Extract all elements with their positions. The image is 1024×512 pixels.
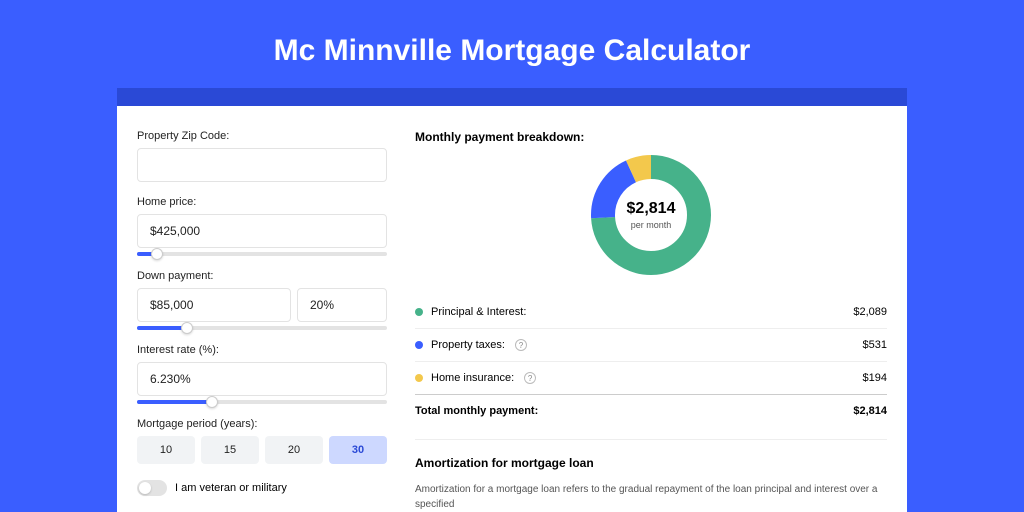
donut-chart-wrap: $2,814 per month: [415, 154, 887, 276]
card-header-accent: [117, 88, 907, 106]
help-icon[interactable]: ?: [524, 372, 536, 384]
legend-dot: [415, 308, 423, 316]
period-option-10[interactable]: 10: [137, 436, 195, 464]
breakdown-panel: Monthly payment breakdown: $2,814 per mo…: [415, 130, 887, 512]
field-down-payment: Down payment:: [137, 270, 387, 330]
breakdown-value: $194: [863, 372, 887, 384]
interest-slider[interactable]: [137, 400, 387, 404]
breakdown-table: Principal & Interest: $2,089 Property taxe…: [415, 296, 887, 427]
breakdown-value: $531: [863, 339, 887, 351]
home-price-label: Home price:: [137, 196, 387, 208]
veteran-toggle[interactable]: [137, 480, 167, 496]
period-option-20[interactable]: 20: [265, 436, 323, 464]
period-option-15[interactable]: 15: [201, 436, 259, 464]
down-payment-amount-input[interactable]: [137, 288, 291, 322]
breakdown-title: Monthly payment breakdown:: [415, 130, 887, 144]
breakdown-row: Home insurance:? $194: [415, 361, 887, 394]
field-period: Mortgage period (years): 10152030: [137, 418, 387, 464]
breakdown-label: Property taxes:: [431, 339, 505, 351]
amort-title: Amortization for mortgage loan: [415, 456, 887, 470]
total-label: Total monthly payment:: [415, 405, 538, 417]
amort-text: Amortization for a mortgage loan refers …: [415, 482, 887, 512]
down-payment-pct-input[interactable]: [297, 288, 387, 322]
breakdown-row: Principal & Interest: $2,089: [415, 296, 887, 328]
page-title: Mc Minnville Mortgage Calculator: [274, 34, 751, 68]
donut-chart: $2,814 per month: [590, 154, 712, 276]
legend-dot: [415, 374, 423, 382]
field-interest: Interest rate (%):: [137, 344, 387, 404]
total-value: $2,814: [853, 405, 887, 417]
zip-label: Property Zip Code:: [137, 130, 387, 142]
breakdown-value: $2,089: [853, 306, 887, 318]
period-option-30[interactable]: 30: [329, 436, 387, 464]
veteran-label: I am veteran or military: [175, 482, 287, 494]
interest-input[interactable]: [137, 362, 387, 396]
field-veteran: I am veteran or military: [137, 480, 387, 496]
interest-label: Interest rate (%):: [137, 344, 387, 356]
legend-dot: [415, 341, 423, 349]
page-root: Mc Minnville Mortgage Calculator Propert…: [0, 0, 1024, 512]
calculator-card: Property Zip Code: Home price: Down paym…: [117, 106, 907, 512]
field-home-price: Home price:: [137, 196, 387, 256]
home-price-slider[interactable]: [137, 252, 387, 256]
breakdown-total-row: Total monthly payment: $2,814: [415, 394, 887, 427]
zip-input[interactable]: [137, 148, 387, 182]
help-icon[interactable]: ?: [515, 339, 527, 351]
breakdown-label: Home insurance:: [431, 372, 514, 384]
donut-sub: per month: [631, 220, 672, 230]
period-label: Mortgage period (years):: [137, 418, 387, 430]
home-price-input[interactable]: [137, 214, 387, 248]
down-payment-slider[interactable]: [137, 326, 387, 330]
breakdown-row: Property taxes:? $531: [415, 328, 887, 361]
breakdown-label: Principal & Interest:: [431, 306, 526, 318]
field-zip: Property Zip Code:: [137, 130, 387, 182]
amortization-section: Amortization for mortgage loan Amortizat…: [415, 439, 887, 512]
donut-total: $2,814: [627, 200, 676, 218]
form-panel: Property Zip Code: Home price: Down paym…: [137, 130, 387, 512]
down-payment-label: Down payment:: [137, 270, 387, 282]
